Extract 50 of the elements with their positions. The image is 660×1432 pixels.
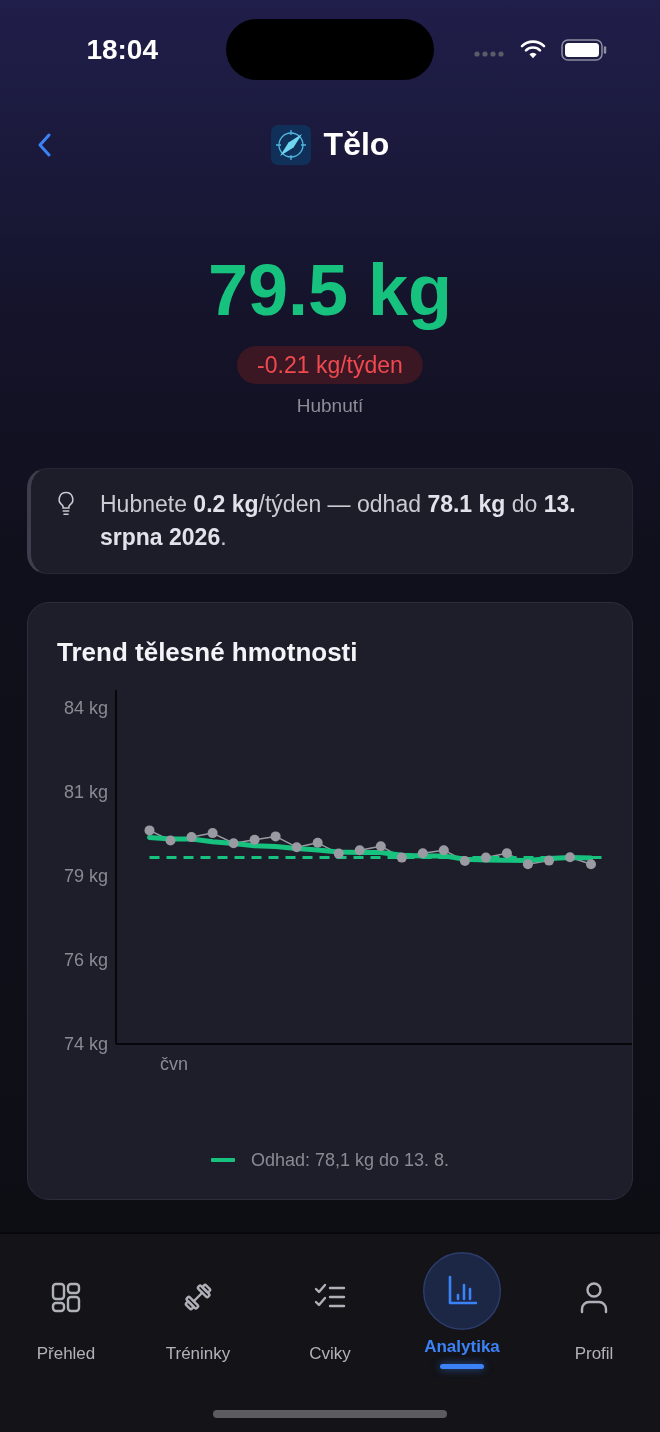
data-point: [396, 852, 407, 863]
data-point: [165, 835, 176, 846]
data-point: [291, 842, 302, 853]
nav-tab[interactable]: Cviky: [264, 1234, 396, 1369]
nav-tab[interactable]: Analytika: [396, 1234, 528, 1369]
data-point: [459, 856, 470, 866]
data-point: [522, 859, 533, 870]
data-point: [228, 838, 239, 849]
battery-icon: [561, 38, 607, 61]
data-point: [333, 848, 344, 859]
selected-indicator: [440, 1364, 484, 1369]
data-point: [480, 852, 491, 863]
y-axis-label: 84 kg: [63, 698, 108, 719]
chart-title: Trend tělesné hmotnosti: [57, 636, 358, 668]
compass-icon: [270, 125, 311, 165]
x-axis-label: čvn: [160, 1054, 188, 1074]
grid-icon: [49, 1280, 83, 1314]
data-point: [586, 859, 596, 870]
wifi-icon: [520, 40, 546, 59]
y-axis-label: 74 kg: [63, 1034, 108, 1054]
insight-text: Hubnete 0.2 kg/týden — odhad 78.1 kg do 13. srpna 2026.: [100, 490, 577, 552]
nav-tab[interactable]: Přehled: [0, 1234, 132, 1369]
data-point: [312, 837, 323, 848]
status-time: 18:04: [86, 35, 158, 64]
legend-label: Odhad: 78,1 kg do 13. 8.: [250, 1148, 450, 1172]
data-point: [249, 834, 260, 845]
trend-label: Hubnutí: [296, 395, 364, 417]
signal-icon: [474, 50, 504, 57]
nav-tab[interactable]: Tréninky: [132, 1234, 264, 1369]
data-point: [501, 848, 512, 859]
y-axis-label: 79 kg: [63, 866, 108, 887]
data-point: [186, 832, 197, 843]
data-point: [354, 845, 365, 856]
data-point: [417, 848, 428, 859]
data-point: [270, 831, 281, 842]
weekly-change-pill: -0.21 kg/týden: [237, 346, 423, 384]
chevron-left-icon: [37, 133, 51, 157]
page-title: Tělo: [323, 127, 390, 163]
data-point: [207, 828, 218, 839]
data-point: [544, 855, 554, 866]
data-point: [438, 845, 449, 856]
data-point: [144, 825, 155, 836]
data-point: [565, 852, 575, 863]
back-button[interactable]: [37, 133, 51, 157]
y-axis-label: 81 kg: [63, 782, 108, 803]
lightbulb-icon: [57, 491, 75, 516]
bar-chart-icon: [423, 1252, 501, 1330]
y-axis-label: 76 kg: [63, 950, 108, 970]
nav-tab[interactable]: Profil: [528, 1234, 660, 1369]
data-point: [375, 841, 386, 852]
